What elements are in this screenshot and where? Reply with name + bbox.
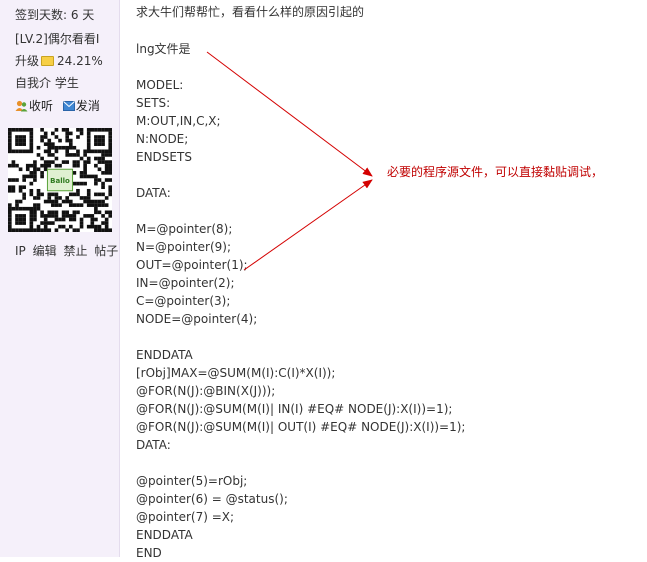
qr-code-image: Ballo	[8, 128, 112, 232]
code-line: @FOR(N(J):@SUM(M(I)| OUT(I) #EQ# NODE(J)…	[136, 420, 466, 434]
code-line: @FOR(N(J):@BIN(X(J)));	[136, 384, 276, 398]
mail-icon	[62, 101, 75, 111]
admin-links: IP 编辑 禁止 帖子	[15, 243, 121, 259]
progress-bar-icon	[41, 55, 55, 66]
code-line: M:OUT,IN,C,X;	[136, 114, 221, 128]
code-line: DATA:	[136, 186, 171, 200]
upgrade-label: 升级	[15, 54, 40, 68]
edit-link[interactable]: 编辑	[33, 244, 57, 258]
code-line: [rObj]MAX=@SUM(M(I):C(I)*X(I));	[136, 366, 336, 380]
message-label: 发消	[75, 99, 100, 113]
ban-link[interactable]: 禁止	[63, 244, 87, 258]
code-line: SETS:	[136, 96, 171, 110]
code-line: ENDDATA	[136, 348, 193, 362]
checkin-days: 签到天数: 6 天	[15, 8, 95, 22]
post-content: 求大牛们帮帮忙，看看什么样的原因引起的 lng文件是 MODEL: SETS: M:…	[136, 0, 636, 560]
code-line: ENDDATA	[136, 528, 193, 542]
code-line: DATA:	[136, 438, 171, 452]
follow-link[interactable]: 收听	[15, 99, 57, 113]
posts-link[interactable]: 帖子	[94, 244, 118, 258]
code-line: END	[136, 546, 162, 560]
ip-link[interactable]: IP	[15, 244, 26, 258]
user-level: [LV.2]偶尔看看I	[15, 32, 100, 46]
code-line: @pointer(5)=rObj;	[136, 474, 248, 488]
code-line: NODE=@pointer(4);	[136, 312, 258, 326]
upgrade-progress: 升级 24.21%	[15, 53, 103, 69]
self-intro: 自我介 学生	[15, 76, 79, 90]
follow-label: 收听	[29, 99, 54, 113]
code-line: C=@pointer(3);	[136, 294, 231, 308]
code-line: @pointer(6) = @status();	[136, 492, 288, 506]
annotation-note: 必要的程序源文件，可以直接黏贴调试，	[387, 165, 604, 179]
code-line: @pointer(7) =X;	[136, 510, 235, 524]
qr-logo-text: Ballo	[50, 177, 70, 185]
code-line: MODEL:	[136, 78, 184, 92]
code-line: N:NODE;	[136, 132, 189, 146]
code-line: @FOR(N(J):@SUM(M(I)| IN(I) #EQ# NODE(J):…	[136, 402, 453, 416]
code-line: lng文件是	[136, 42, 191, 56]
code-line: N=@pointer(9);	[136, 240, 231, 254]
code-line: OUT=@pointer(1);	[136, 258, 248, 272]
message-link[interactable]: 发消	[57, 99, 100, 113]
user-sidebar: 签到天数: 6 天 [LV.2]偶尔看看I 升级 24.21% 自我介 学生 收听…	[0, 0, 120, 557]
users-icon	[15, 100, 28, 112]
code-line: M=@pointer(8);	[136, 222, 233, 236]
user-actions: 收听 发消	[15, 98, 100, 114]
upgrade-percent: 24.21%	[57, 54, 103, 68]
code-block: lng文件是 MODEL: SETS: M:OUT,IN,C,X; N:NODE; EN…	[136, 40, 465, 562]
code-line: IN=@pointer(2);	[136, 276, 235, 290]
post-title: 求大牛们帮帮忙，看看什么样的原因引起的	[136, 5, 365, 19]
